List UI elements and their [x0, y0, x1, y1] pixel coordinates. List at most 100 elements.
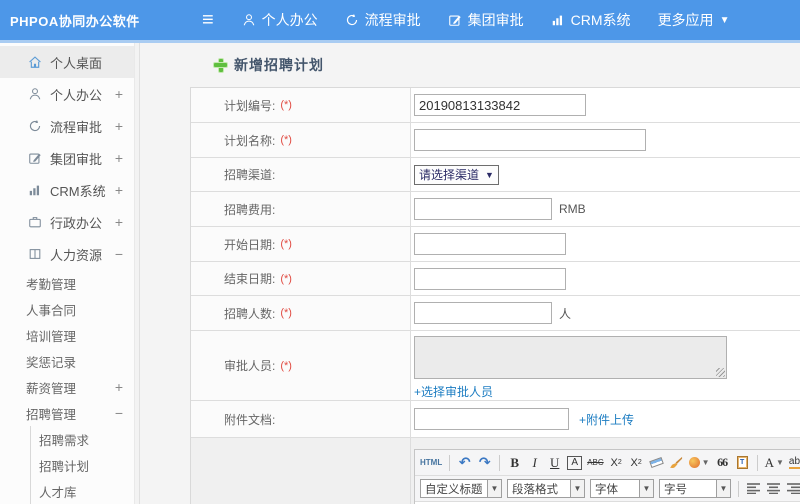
sidebar-item-label: 招聘管理	[26, 407, 77, 422]
sidebar-item-label: 招聘需求	[39, 433, 90, 448]
field-label: 计划编号: (*)	[191, 88, 411, 122]
form-row-cost: 招聘费用: RMB	[191, 192, 800, 227]
sidebar-item-personal-office[interactable]: 个人办公 +	[0, 78, 139, 110]
sidebar-item-rewards[interactable]: 奖惩记录	[0, 348, 139, 374]
italic-button[interactable]: I	[527, 453, 542, 473]
menu-icon[interactable]: ≡	[202, 10, 214, 30]
font-color-button[interactable]: A ▼	[765, 453, 784, 473]
format-brush-button[interactable]	[669, 453, 684, 473]
font-size-dropdown[interactable]: 字号 ▼	[659, 479, 731, 498]
label-text: 审批人员:	[224, 359, 276, 373]
nav-more-apps[interactable]: 更多应用 ▼	[658, 10, 730, 30]
nav-personal-office[interactable]: 个人办公	[242, 10, 318, 30]
sidebar-item-recruit-demand[interactable]: 招聘需求	[31, 426, 139, 452]
sidebar-scrollbar[interactable]	[134, 43, 139, 504]
form-row-end-date: 结束日期: (*)	[191, 262, 800, 296]
end-date-input[interactable]	[414, 267, 566, 290]
nav-workflow-approval[interactable]: 流程审批	[345, 10, 421, 30]
custom-heading-dropdown[interactable]: 自定义标题 ▼	[420, 479, 502, 498]
channel-select[interactable]: 请选择渠道 ▼	[414, 164, 499, 185]
form-row-plan-number: 计划编号: (*)	[191, 88, 800, 123]
eraser-button[interactable]	[648, 453, 664, 473]
superscript-button[interactable]: X2	[609, 453, 624, 473]
sidebar-item-salary[interactable]: 薪资管理 +	[0, 374, 139, 400]
briefcase-icon	[29, 217, 41, 228]
headcount-input[interactable]	[414, 302, 552, 324]
format-paint-button[interactable]: ▼	[688, 453, 710, 473]
field-label: 招聘人数: (*)	[191, 296, 411, 330]
sub-small: 2	[637, 459, 642, 466]
field-label: 计划名称: (*)	[191, 123, 411, 157]
sidebar-item-talent-pool[interactable]: 人才库	[31, 478, 139, 504]
subscript-button[interactable]: X2	[629, 453, 644, 473]
align-center-button[interactable]	[766, 479, 781, 499]
sidebar-item-label: 招聘计划	[39, 459, 90, 474]
plan-number-input[interactable]	[414, 94, 586, 116]
expand-plus-icon[interactable]: +	[115, 118, 123, 134]
align-left-button[interactable]	[746, 479, 761, 499]
expand-plus-icon[interactable]: +	[115, 214, 123, 230]
sidebar-item-admin-office[interactable]: 行政办公 +	[0, 206, 139, 238]
sidebar-item-attendance[interactable]: 考勤管理	[0, 270, 139, 296]
undo-button[interactable]: ↶	[457, 453, 472, 473]
toolbar-separator	[756, 454, 758, 471]
underline-button[interactable]: U	[547, 453, 562, 473]
sidebar-item-workflow-approval[interactable]: 流程审批 +	[0, 110, 139, 142]
flow-icon	[29, 120, 41, 132]
sidebar-item-recruit-mgmt[interactable]: 招聘管理 −	[0, 400, 139, 426]
nav-crm-system[interactable]: CRM系统	[551, 10, 631, 30]
align-right-button[interactable]	[786, 479, 800, 499]
redo-button[interactable]: ↷	[477, 453, 492, 473]
form-row-approvers: 审批人员: (*) +选择审批人员	[191, 331, 800, 401]
expand-plus-icon[interactable]: +	[115, 182, 123, 198]
field-label: 审批人员: (*)	[191, 331, 411, 400]
resize-grip-icon[interactable]	[716, 368, 725, 377]
start-date-input[interactable]	[414, 233, 566, 255]
sidebar-item-group-approval[interactable]: 集团审批 +	[0, 142, 139, 174]
nav-label: CRM系统	[570, 12, 631, 28]
form-row-attachment: 附件文档: +附件上传	[191, 401, 800, 438]
strikethrough-button[interactable]: ABC	[587, 453, 603, 473]
field-label-empty	[191, 438, 411, 504]
select-approvers-link[interactable]: +选择审批人员	[414, 383, 493, 400]
blockquote-button[interactable]: 66	[715, 453, 730, 473]
expand-plus-icon[interactable]: +	[115, 150, 123, 166]
nav-group-approval[interactable]: 集团审批	[448, 10, 524, 30]
editor-toolbar-row1: HTML ↶ ↷ B I U A ABC X2 X 2 ▼ 66 T A ▼ a…	[415, 450, 800, 476]
field-value	[411, 123, 800, 157]
user-icon	[29, 88, 41, 100]
highlight-button[interactable]: ab▼	[788, 453, 800, 473]
field-label: 招聘渠道:	[191, 158, 411, 191]
editor-toolbar-row2: 自定义标题 ▼ 段落格式 ▼ 字体 ▼ 字号 ▼	[415, 476, 800, 502]
sup-small: 2	[617, 459, 622, 466]
font-style-button[interactable]: A	[567, 455, 583, 470]
expand-plus-icon[interactable]: +	[115, 86, 123, 102]
field-value	[411, 262, 800, 295]
sidebar-item-hr-contract[interactable]: 人事合同	[0, 296, 139, 322]
rich-text-editor: HTML ↶ ↷ B I U A ABC X2 X 2 ▼ 66 T A ▼ a…	[414, 449, 800, 504]
expand-minus-icon[interactable]: −	[115, 405, 123, 421]
sidebar-item-crm[interactable]: CRM系统 +	[0, 174, 139, 206]
field-value: +选择审批人员	[411, 331, 800, 400]
approvers-textarea[interactable]	[414, 336, 727, 379]
caret-down-icon: ▼	[640, 479, 654, 498]
sidebar-item-hr[interactable]: 人力资源 −	[0, 238, 139, 270]
toolbar-separator	[738, 480, 739, 497]
expand-minus-icon[interactable]: −	[115, 246, 123, 262]
plan-name-input[interactable]	[414, 129, 646, 151]
cost-input[interactable]	[414, 198, 552, 220]
paste-text-button[interactable]: T	[735, 453, 750, 473]
bold-button[interactable]: B	[507, 453, 522, 473]
form-row-start-date: 开始日期: (*)	[191, 227, 800, 262]
paragraph-format-dropdown[interactable]: 段落格式 ▼	[507, 479, 585, 498]
sidebar-item-recruit-plan[interactable]: 招聘计划	[31, 452, 139, 478]
form-row-editor: HTML ↶ ↷ B I U A ABC X2 X 2 ▼ 66 T A ▼ a…	[191, 438, 800, 504]
font-family-dropdown[interactable]: 字体 ▼	[590, 479, 654, 498]
main-content: 新增招聘计划 计划编号: (*) 计划名称: (*)	[140, 43, 800, 504]
sidebar-item-training[interactable]: 培训管理	[0, 322, 139, 348]
attachment-upload-link[interactable]: +附件上传	[579, 411, 634, 428]
html-source-button[interactable]: HTML	[420, 453, 442, 473]
attachment-input[interactable]	[414, 408, 569, 430]
sidebar-item-desktop[interactable]: 个人桌面	[0, 46, 139, 78]
expand-plus-icon[interactable]: +	[115, 379, 123, 395]
